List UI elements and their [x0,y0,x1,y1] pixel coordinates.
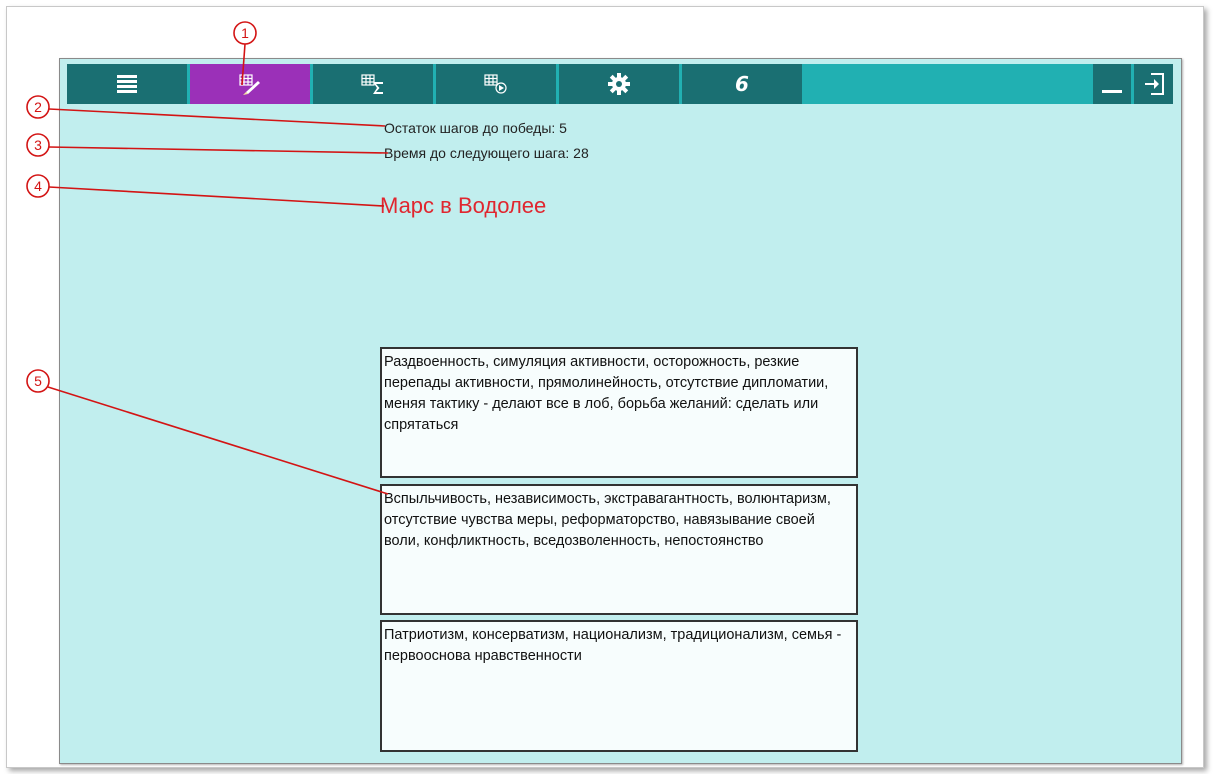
callout-number-5: 5 [34,373,42,389]
callout-line-4 [48,186,385,207]
callout-line-1 [241,43,246,86]
callout-line-2 [48,108,386,127]
callout-line-5 [47,386,389,495]
callout-number-3: 3 [34,137,42,153]
callout-line-3 [48,146,389,154]
callout-number-4: 4 [34,178,42,194]
callout-overlay [26,21,389,495]
callout-number-2: 2 [34,99,42,115]
callout-number-1: 1 [241,25,249,41]
